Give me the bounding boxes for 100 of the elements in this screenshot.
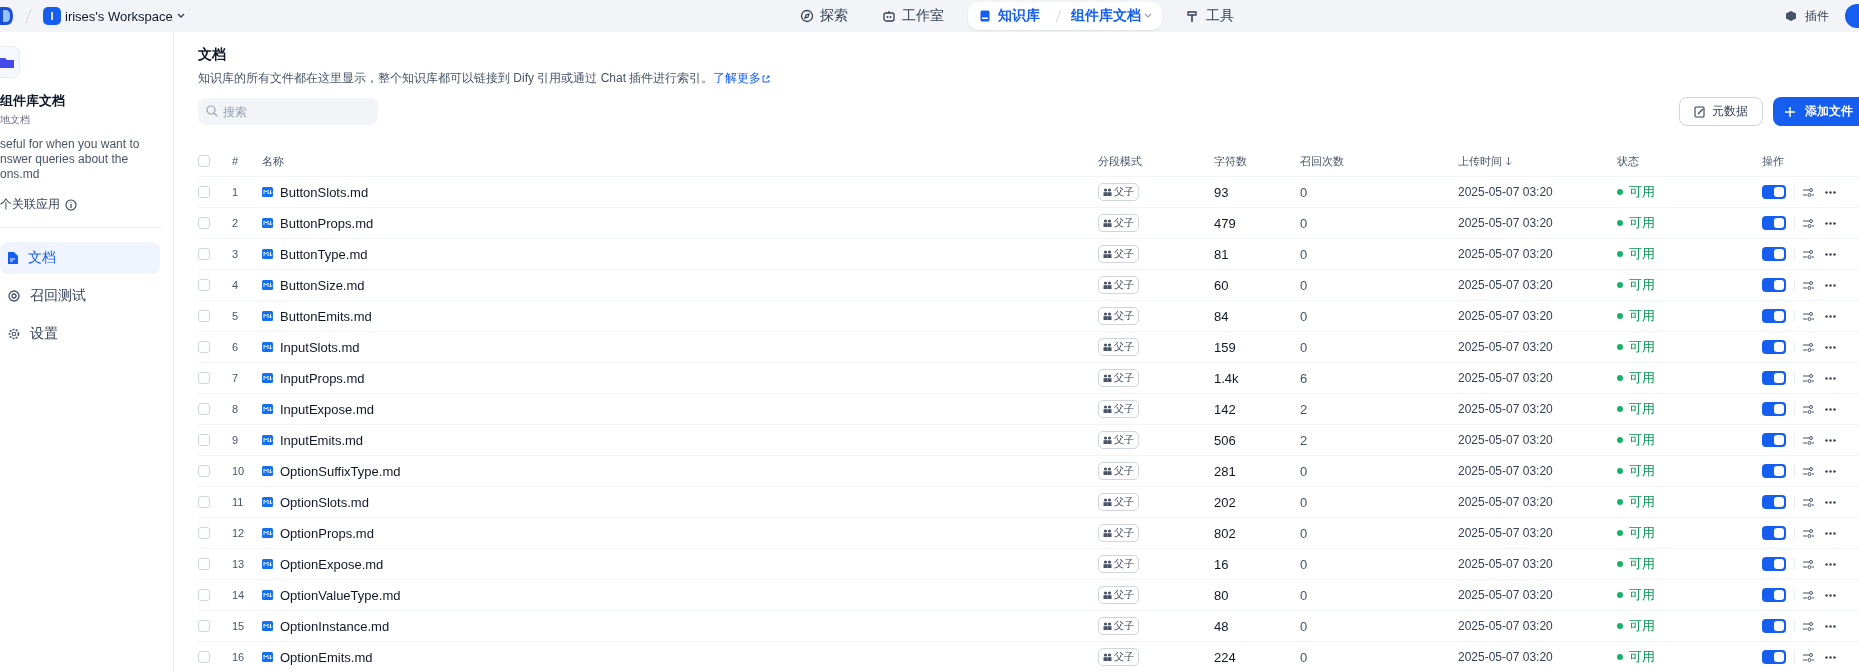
upload-time: 2025-05-07 03:20 xyxy=(1458,464,1553,478)
sliders-icon[interactable] xyxy=(1803,280,1814,290)
more-icon[interactable] xyxy=(1825,624,1836,628)
file-name[interactable]: OptionValueType.md xyxy=(280,587,401,603)
row-checkbox[interactable] xyxy=(198,341,210,353)
toggle-switch[interactable] xyxy=(1762,495,1786,509)
more-icon[interactable] xyxy=(1825,345,1836,349)
more-icon[interactable] xyxy=(1825,500,1836,504)
sidebar-item[interactable]: 召回测试 xyxy=(0,280,160,312)
toggle-switch[interactable] xyxy=(1762,309,1786,323)
file-name[interactable]: ButtonSize.md xyxy=(280,277,365,293)
more-icon[interactable] xyxy=(1825,283,1836,287)
more-icon[interactable] xyxy=(1825,314,1836,318)
sliders-icon[interactable] xyxy=(1803,342,1814,352)
sliders-icon[interactable] xyxy=(1803,373,1814,383)
file-name[interactable]: InputEmits.md xyxy=(280,432,364,448)
sliders-icon[interactable] xyxy=(1803,218,1814,228)
sliders-icon[interactable] xyxy=(1803,466,1814,476)
more-icon[interactable] xyxy=(1825,531,1836,535)
search-field[interactable]: 搜索 xyxy=(198,98,378,125)
more-icon[interactable] xyxy=(1825,562,1836,566)
more-icon[interactable] xyxy=(1825,376,1836,380)
status-text: 可用 xyxy=(1629,245,1655,263)
more-icon[interactable] xyxy=(1825,655,1836,659)
column-header[interactable]: 上传时间 xyxy=(1458,153,1512,169)
file-name[interactable]: OptionInstance.md xyxy=(280,618,390,634)
plugins-button[interactable]: 插件 xyxy=(1785,7,1829,25)
toggle-switch[interactable] xyxy=(1762,464,1786,478)
nav-tab[interactable]: 知识库 组件库文档 xyxy=(968,2,1162,30)
workspace-switcher[interactable]: I irises's Workspace xyxy=(43,7,185,25)
sliders-icon[interactable] xyxy=(1803,559,1814,569)
more-icon[interactable] xyxy=(1825,252,1836,256)
sliders-icon[interactable] xyxy=(1803,652,1814,662)
toggle-switch[interactable] xyxy=(1762,402,1786,416)
file-name[interactable]: OptionSlots.md xyxy=(280,494,369,510)
toggle-switch[interactable] xyxy=(1762,557,1786,571)
file-name[interactable]: ButtonType.md xyxy=(280,246,368,262)
user-avatar[interactable] xyxy=(1845,4,1859,28)
add-file-button[interactable]: 添加文件 xyxy=(1773,97,1859,126)
toggle-switch[interactable] xyxy=(1762,619,1786,633)
more-icon[interactable] xyxy=(1825,407,1836,411)
file-name[interactable]: InputProps.md xyxy=(280,370,365,386)
row-checkbox[interactable] xyxy=(198,279,210,291)
file-name[interactable]: OptionProps.md xyxy=(280,525,374,541)
row-checkbox[interactable] xyxy=(198,620,210,632)
file-name[interactable]: InputExpose.md xyxy=(280,401,374,417)
sidebar-item[interactable]: 文档 xyxy=(0,242,160,274)
toggle-switch[interactable] xyxy=(1762,526,1786,540)
more-icon[interactable] xyxy=(1825,438,1836,442)
toggle-switch[interactable] xyxy=(1762,340,1786,354)
sliders-icon[interactable] xyxy=(1803,435,1814,445)
sliders-icon[interactable] xyxy=(1803,249,1814,259)
toggle-switch[interactable] xyxy=(1762,185,1786,199)
toggle-switch[interactable] xyxy=(1762,247,1786,261)
file-name[interactable]: ButtonEmits.md xyxy=(280,308,372,324)
learn-more-link[interactable]: 了解更多 xyxy=(713,70,771,87)
row-checkbox[interactable] xyxy=(198,496,210,508)
file-name[interactable]: OptionSuffixType.md xyxy=(280,463,401,479)
toggle-switch[interactable] xyxy=(1762,650,1786,664)
row-checkbox[interactable] xyxy=(198,248,210,260)
row-checkbox[interactable] xyxy=(198,186,210,198)
more-icon[interactable] xyxy=(1825,221,1836,225)
file-name[interactable]: InputSlots.md xyxy=(280,339,360,355)
sliders-icon[interactable] xyxy=(1803,311,1814,321)
sidebar-item[interactable]: 设置 xyxy=(0,318,160,350)
more-icon[interactable] xyxy=(1825,593,1836,597)
toggle-switch[interactable] xyxy=(1762,216,1786,230)
toggle-switch[interactable] xyxy=(1762,433,1786,447)
row-checkbox[interactable] xyxy=(198,217,210,229)
row-checkbox[interactable] xyxy=(198,589,210,601)
file-name[interactable]: OptionEmits.md xyxy=(280,649,373,665)
nav-tab[interactable]: 工具 xyxy=(1176,2,1244,30)
metadata-button[interactable]: 元数据 xyxy=(1679,97,1763,126)
toggle-switch[interactable] xyxy=(1762,588,1786,602)
row-checkbox[interactable] xyxy=(198,465,210,477)
sliders-icon[interactable] xyxy=(1803,621,1814,631)
row-checkbox[interactable] xyxy=(198,372,210,384)
nav-tab[interactable]: 探索 xyxy=(790,2,858,30)
row-checkbox[interactable] xyxy=(198,403,210,415)
toggle-switch[interactable] xyxy=(1762,371,1786,385)
sliders-icon[interactable] xyxy=(1803,528,1814,538)
row-checkbox[interactable] xyxy=(198,558,210,570)
row-checkbox[interactable] xyxy=(198,651,210,663)
sliders-icon[interactable] xyxy=(1803,404,1814,414)
row-checkbox[interactable] xyxy=(198,527,210,539)
more-icon[interactable] xyxy=(1825,190,1836,194)
markdown-file-icon xyxy=(262,621,273,631)
toggle-switch[interactable] xyxy=(1762,278,1786,292)
more-icon[interactable] xyxy=(1825,469,1836,473)
nav-tab[interactable]: 工作室 xyxy=(872,2,954,30)
upload-time: 2025-05-07 03:20 xyxy=(1458,588,1553,602)
sliders-icon[interactable] xyxy=(1803,187,1814,197)
file-name[interactable]: ButtonSlots.md xyxy=(280,184,369,200)
file-name[interactable]: ButtonProps.md xyxy=(280,215,374,231)
row-checkbox[interactable] xyxy=(198,434,210,446)
select-all-checkbox[interactable] xyxy=(198,155,210,167)
sliders-icon[interactable] xyxy=(1803,497,1814,507)
row-checkbox[interactable] xyxy=(198,310,210,322)
file-name[interactable]: OptionExpose.md xyxy=(280,556,384,572)
sliders-icon[interactable] xyxy=(1803,590,1814,600)
